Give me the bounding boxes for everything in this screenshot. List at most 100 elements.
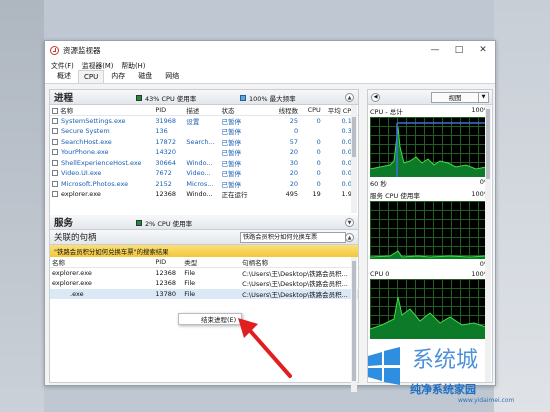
maximize-button[interactable]: □ (447, 41, 471, 59)
select-all-checkbox[interactable] (52, 108, 58, 114)
graph-footer-service-cpu: 0% (368, 259, 492, 269)
handles-scrollbar[interactable] (351, 257, 357, 392)
description-cell: Micros... (186, 179, 214, 188)
handles-title: 关联的句柄 (54, 233, 97, 243)
column-header-handle-path[interactable]: 句柄名称 (240, 257, 358, 268)
processes-table: 名称 PID 描述 状态 线程数 CPU 平均 CPU SystemSettin… (50, 105, 358, 200)
description-cell: Windo... (186, 190, 213, 199)
blue-indicator-icon (240, 95, 246, 101)
tab-memory[interactable]: 内存 (105, 68, 131, 83)
graph-label-cpu-total: CPU - 总计 100% (370, 106, 490, 116)
description-cell: Video... (186, 169, 211, 178)
process-name: Secure System (61, 127, 110, 136)
pid-cell: 31968 (155, 117, 177, 125)
process-row[interactable]: ShellExperienceHost.exe 30664 Windo... 已暂停 3… (50, 158, 358, 169)
handle-type-cell: File (184, 269, 196, 277)
threads-cell: 20 (289, 148, 299, 157)
search-results-banner: "铁路会员积分如何兑换车票"的搜索结果 (50, 245, 358, 257)
pid-cell: 12368 (155, 190, 177, 199)
cpu-cell: 0 (316, 148, 321, 157)
process-row[interactable]: SystemSettings.exe 31968 设置 已暂停 25 0 0.16 (50, 116, 358, 126)
handle-row[interactable]: explorer.exe 12368 File C:\Users\王\Desktop\… (50, 268, 358, 278)
description-cell (184, 147, 219, 158)
process-row[interactable]: Secure System 136 已暂停 0 0.35 (50, 126, 358, 137)
process-name: SystemSettings.exe (61, 117, 126, 125)
graphs-scrollbar[interactable] (485, 105, 491, 382)
handle-row[interactable]: explorer.exe 12368 File C:\Users\王\Desktop\… (50, 278, 358, 289)
desktop-background-right (494, 0, 550, 412)
view-button[interactable]: 视图 (431, 91, 479, 103)
watermark-site-name: 纯净系统家园 (410, 383, 476, 396)
services-cpu-usage: 2% CPU 使用率 (136, 218, 192, 228)
tab-cpu[interactable]: CPU (78, 70, 105, 83)
process-checkbox[interactable] (52, 128, 58, 135)
close-button[interactable]: ✕ (471, 41, 495, 59)
handle-path-cell: C:\Users\王\Desktop\铁路会员积... (242, 280, 348, 289)
threads-cell: 20 (289, 179, 299, 188)
process-row[interactable]: YourPhone.exe 14320 已暂停 20 0 0.00 (50, 147, 358, 158)
expand-graphs-icon[interactable]: ◀ (371, 92, 380, 102)
column-header-handle-type[interactable]: 类型 (182, 257, 241, 268)
process-checkbox[interactable] (52, 118, 58, 124)
handles-section-header[interactable]: 关联的句柄 铁路会员积分如何兑换车票 ▲ (50, 230, 358, 245)
column-header-threads[interactable]: 线程数 (260, 105, 301, 116)
column-header-name[interactable]: 名称 (50, 105, 154, 116)
handle-path-cell: C:\Users\王\Desktop\铁路会员积... (240, 288, 358, 299)
cpu-cell: 0 (316, 158, 321, 167)
expand-services-icon[interactable]: ▼ (345, 218, 354, 227)
tab-strip: 概述 CPU 内存 磁盘 网络 (45, 70, 495, 84)
tab-overview[interactable]: 概述 (51, 68, 77, 83)
graphs-toolbar: ◀ 视图 ▼ (368, 90, 492, 105)
handles-header-row: 名称 PID 类型 句柄名称 (50, 257, 358, 268)
services-title: 服务 (54, 218, 74, 229)
process-row[interactable]: Video.UI.exe 7672 Video... 已暂停 20 0 0.00 (50, 168, 358, 179)
process-row[interactable]: Microsoft.Photos.exe 2152 Micros... 已暂停 20 0 0… (50, 179, 358, 190)
column-header-handle-pid[interactable]: PID (153, 257, 183, 268)
watermark-brand: 系统城 (412, 348, 479, 373)
tab-disk[interactable]: 磁盘 (132, 68, 158, 83)
status-cell: 已暂停 (221, 118, 241, 126)
context-menu-end-process[interactable]: 结束进程(E) (178, 313, 242, 325)
minimize-button[interactable]: — (423, 41, 447, 59)
column-header-cpu[interactable]: CPU (300, 105, 323, 116)
handles-table: 名称 PID 类型 句柄名称 explorer.exe 12368 File C:\U… (50, 257, 358, 299)
processes-section-header[interactable]: 进程 43% CPU 使用率 100% 最大频率 ▲ (50, 90, 358, 105)
process-checkbox[interactable] (52, 180, 58, 187)
title-bar: 资源监视器 — □ ✕ (45, 41, 495, 59)
collapse-handles-icon[interactable]: ▲ (345, 233, 354, 242)
view-dropdown-icon[interactable]: ▼ (479, 91, 489, 103)
process-checkbox[interactable] (52, 191, 58, 198)
process-row[interactable]: explorer.exe 12368 Windo... 正在运行 495 19 1.99 (50, 189, 358, 200)
process-name-cell: Video.UI.exe (50, 168, 153, 179)
handles-scroll-thumb[interactable] (352, 261, 356, 381)
status-cell: 正在运行 (221, 191, 248, 200)
threads-cell: 57 (289, 137, 299, 146)
column-header-pid[interactable]: PID (153, 105, 185, 116)
processes-scroll-thumb[interactable] (352, 117, 356, 157)
processes-table-container: 名称 PID 描述 状态 线程数 CPU 平均 CPU SystemSettin… (50, 105, 358, 215)
column-header-handle-name[interactable]: 名称 (50, 257, 154, 268)
green-indicator-icon (136, 95, 142, 101)
column-header-description[interactable]: 描述 (184, 105, 220, 116)
process-checkbox[interactable] (52, 170, 58, 177)
cpu0-graph (370, 279, 490, 339)
processes-title: 进程 (54, 93, 74, 104)
column-header-status[interactable]: 状态 (219, 105, 261, 116)
process-checkbox[interactable] (52, 159, 58, 166)
cpu-graphs-pane: ◀ 视图 ▼ CPU - 总计100% 60 秒0% 服务 CPU 使用率100… (367, 89, 493, 383)
process-checkbox[interactable] (52, 138, 58, 145)
collapse-processes-icon[interactable]: ▲ (345, 93, 354, 102)
process-row[interactable]: SearchHost.exe 17872 Search... 已暂停 57 0 0.00 (50, 137, 358, 148)
cpu-cell: 19 (312, 190, 321, 199)
services-section-header[interactable]: 服务 2% CPU 使用率 ▼ (50, 215, 358, 230)
watermark-windows-logo-icon (368, 347, 400, 385)
handles-search-input[interactable]: 铁路会员积分如何兑换车票 (240, 232, 346, 243)
handle-process-name-cell: explorer.exe (52, 279, 92, 288)
processes-scrollbar[interactable] (351, 105, 357, 213)
cpu-total-graph-lines (370, 122, 486, 177)
graphs-scroll-thumb[interactable] (486, 109, 490, 179)
tab-network[interactable]: 网络 (159, 68, 185, 83)
handle-row[interactable]: .exe 13780 File C:\Users\王\Desktop\铁路会员积... (50, 288, 358, 299)
process-checkbox[interactable] (52, 149, 58, 156)
status-cell: 已暂停 (221, 149, 241, 158)
